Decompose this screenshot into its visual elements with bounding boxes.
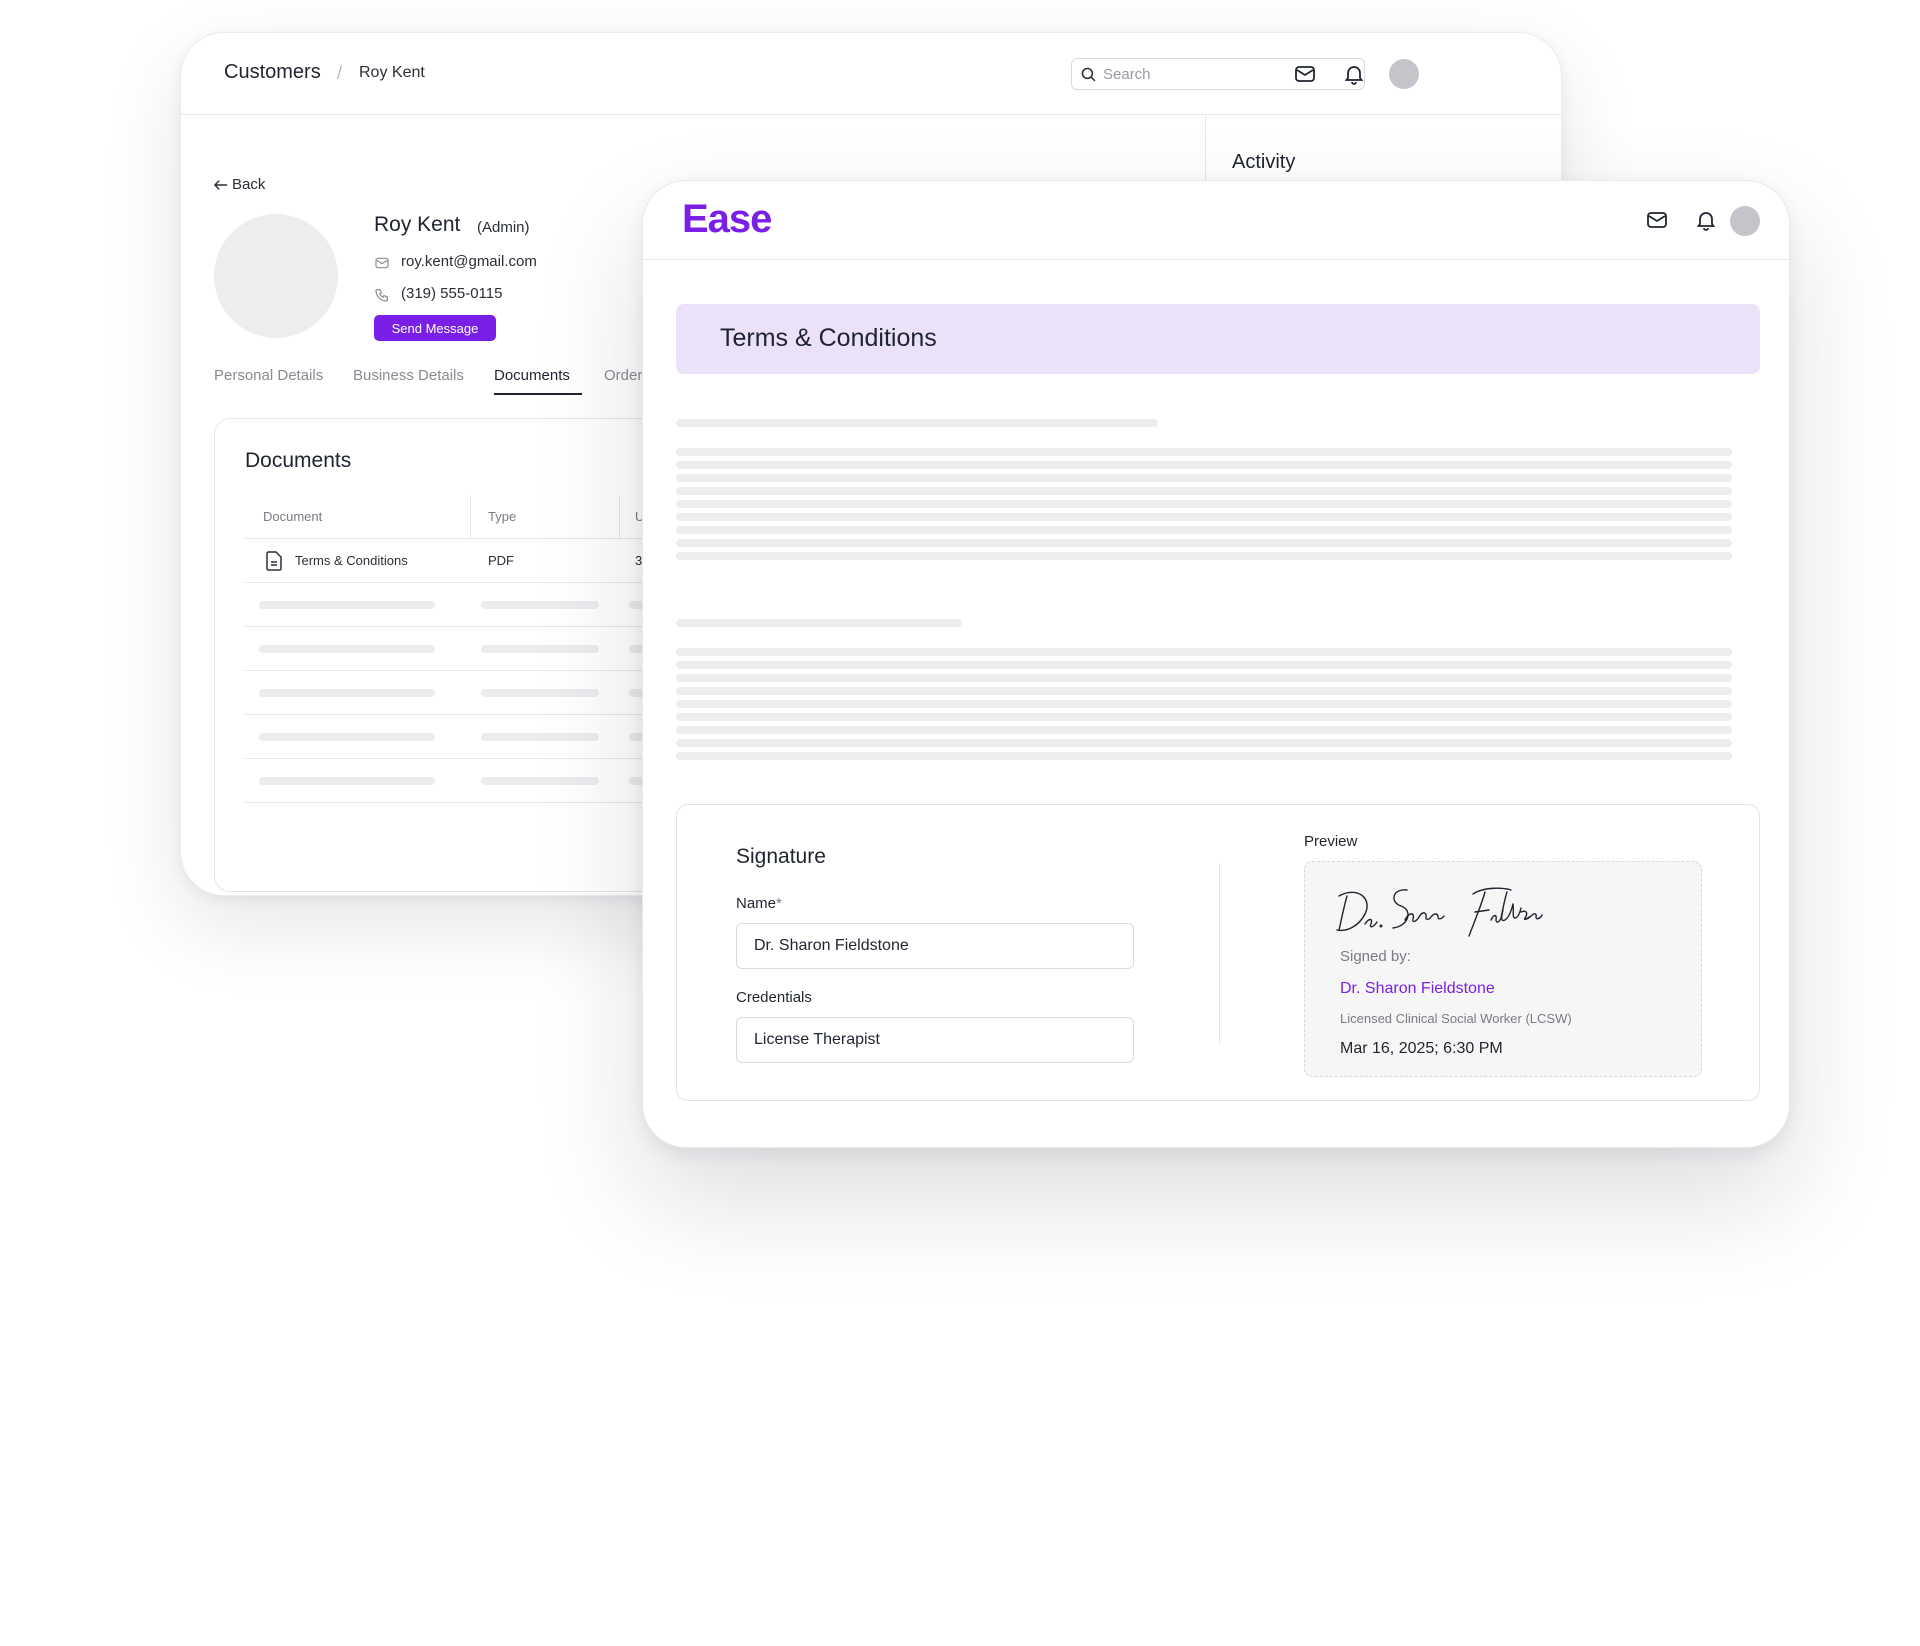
avatar[interactable] bbox=[1730, 206, 1760, 236]
documents-title: Documents bbox=[245, 449, 352, 472]
tab-personal-details[interactable]: Personal Details bbox=[214, 367, 323, 384]
signed-date: Mar 16, 2025; 6:30 PM bbox=[1340, 1040, 1503, 1057]
top-bar: Customers / Roy Kent Search bbox=[181, 33, 1561, 115]
skeleton-cell bbox=[481, 689, 599, 697]
tab-business-details[interactable]: Business Details bbox=[353, 367, 464, 384]
name-label-text: Name bbox=[736, 895, 777, 912]
profile-email[interactable]: roy.kent@gmail.com bbox=[401, 253, 537, 270]
text-placeholder bbox=[676, 700, 1732, 708]
text-placeholder bbox=[676, 726, 1732, 734]
skeleton-cell bbox=[259, 601, 435, 609]
document-title: Terms & Conditions bbox=[720, 324, 937, 352]
profile-phone[interactable]: (319) 555-0115 bbox=[401, 285, 502, 302]
credentials-field-value: License Therapist bbox=[754, 1031, 880, 1048]
skeleton-cell bbox=[481, 733, 599, 741]
text-placeholder bbox=[676, 552, 1732, 560]
search-icon bbox=[1081, 67, 1096, 82]
bell-icon[interactable] bbox=[1694, 208, 1718, 232]
skeleton-cell bbox=[259, 645, 435, 653]
signer-credentials: Licensed Clinical Social Worker (LCSW) bbox=[1340, 1011, 1572, 1026]
breadcrumb-customers[interactable]: Customers bbox=[224, 61, 321, 84]
column-type[interactable]: Type bbox=[488, 509, 516, 524]
text-placeholder bbox=[676, 661, 1732, 669]
skeleton-cell bbox=[481, 601, 599, 609]
text-placeholder bbox=[676, 648, 1732, 656]
text-placeholder bbox=[676, 419, 1158, 427]
bell-icon[interactable] bbox=[1342, 62, 1366, 86]
email-row: roy.kent@gmail.com bbox=[374, 253, 594, 273]
signed-by-label: Signed by: bbox=[1340, 948, 1411, 965]
skeleton-cell bbox=[481, 645, 599, 653]
credentials-field[interactable]: License Therapist bbox=[736, 1017, 1134, 1063]
text-placeholder bbox=[676, 487, 1732, 495]
profile-name: Roy Kent bbox=[374, 213, 461, 236]
top-bar: Ease bbox=[643, 181, 1789, 260]
text-placeholder bbox=[676, 739, 1732, 747]
signer-name: Dr. Sharon Fieldstone bbox=[1340, 980, 1495, 997]
mail-icon bbox=[375, 257, 389, 269]
text-placeholder bbox=[676, 674, 1732, 682]
text-placeholder bbox=[676, 526, 1732, 534]
activity-title: Activity bbox=[1232, 151, 1296, 173]
breadcrumb-current: Roy Kent bbox=[359, 64, 425, 81]
signature-window: Ease Terms & Conditions Signature Name* … bbox=[642, 180, 1790, 1148]
column-divider bbox=[470, 495, 471, 539]
divider bbox=[1219, 863, 1220, 1045]
active-tab-indicator bbox=[494, 393, 582, 395]
text-placeholder bbox=[676, 448, 1732, 456]
name-field-value: Dr. Sharon Fieldstone bbox=[754, 937, 909, 954]
skeleton-cell bbox=[259, 777, 435, 785]
name-label: Name* bbox=[736, 895, 782, 912]
skeleton-cell bbox=[481, 777, 599, 785]
name-field[interactable]: Dr. Sharon Fieldstone bbox=[736, 923, 1134, 969]
profile-role: (Admin) bbox=[477, 219, 530, 236]
document-name[interactable]: Terms & Conditions bbox=[295, 553, 408, 568]
ease-logo[interactable]: Ease bbox=[682, 197, 772, 242]
search-placeholder: Search bbox=[1103, 66, 1151, 83]
profile-avatar bbox=[214, 214, 338, 338]
document-title-banner: Terms & Conditions bbox=[676, 304, 1760, 374]
file-icon bbox=[266, 551, 282, 571]
preview-label: Preview bbox=[1304, 833, 1358, 850]
signature-preview: Signed by: Dr. Sharon Fieldstone License… bbox=[1304, 861, 1702, 1077]
search-input[interactable]: Search bbox=[1071, 58, 1365, 90]
mail-icon[interactable] bbox=[1645, 208, 1669, 232]
text-placeholder bbox=[676, 687, 1732, 695]
signature-panel: Signature Name* Dr. Sharon Fieldstone Cr… bbox=[676, 804, 1760, 1101]
phone-icon bbox=[375, 289, 388, 302]
text-placeholder bbox=[676, 713, 1732, 721]
text-placeholder bbox=[676, 752, 1732, 760]
skeleton-cell bbox=[259, 733, 435, 741]
tab-documents[interactable]: Documents bbox=[494, 367, 570, 384]
handwritten-signature bbox=[1336, 887, 1543, 937]
required-mark: * bbox=[776, 895, 782, 912]
text-placeholder bbox=[676, 474, 1732, 482]
avatar[interactable] bbox=[1389, 59, 1419, 89]
mail-icon[interactable] bbox=[1293, 62, 1317, 86]
text-placeholder bbox=[676, 539, 1732, 547]
text-placeholder bbox=[676, 461, 1732, 469]
back-label: Back bbox=[232, 176, 266, 193]
text-placeholder bbox=[676, 513, 1732, 521]
text-placeholder bbox=[676, 619, 962, 627]
phone-row: (319) 555-0115 bbox=[374, 285, 594, 305]
document-type: PDF bbox=[488, 553, 514, 568]
signature-title: Signature bbox=[736, 845, 826, 868]
send-message-button[interactable]: Send Message bbox=[374, 315, 496, 341]
arrow-left-icon bbox=[214, 180, 228, 190]
skeleton-cell bbox=[259, 689, 435, 697]
breadcrumb-separator: / bbox=[337, 63, 343, 83]
column-document[interactable]: Document bbox=[263, 509, 322, 524]
credentials-label: Credentials bbox=[736, 989, 812, 1006]
text-placeholder bbox=[676, 500, 1732, 508]
column-divider bbox=[619, 495, 620, 539]
